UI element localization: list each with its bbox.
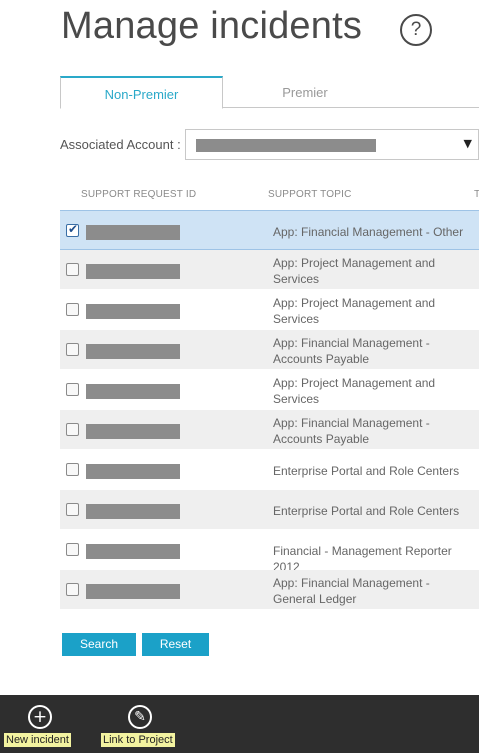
row-topic: App: Financial Management - General Ledg… — [273, 576, 430, 606]
redacted-request-id — [86, 384, 180, 399]
table-row[interactable]: App: Project Management and Services — [60, 250, 479, 290]
row-topic: Enterprise Portal and Role Centers — [273, 464, 460, 478]
row-topic: App: Project Management and Services — [273, 376, 436, 406]
pencil-circle-icon: ✎ — [128, 705, 152, 729]
table-row[interactable]: App: Financial Management - General Ledg… — [60, 570, 479, 610]
row-topic: App: Financial Management - Accounts Pay… — [273, 416, 430, 446]
redacted-request-id — [86, 225, 180, 240]
associated-account-label: Associated Account : — [60, 137, 181, 152]
associated-account-select[interactable]: ▼ — [185, 129, 479, 160]
column-header-support-request-id[interactable]: SUPPORT REQUEST ID — [81, 189, 196, 200]
row-checkbox[interactable] — [66, 383, 79, 396]
search-button[interactable]: Search — [62, 633, 136, 656]
table-row[interactable]: App: Financial Management - Accounts Pay… — [60, 410, 479, 450]
page-title: Manage incidents — [61, 5, 363, 47]
reset-button[interactable]: Reset — [142, 633, 209, 656]
check-icon: ✔ — [68, 222, 79, 236]
row-checkbox[interactable] — [66, 503, 79, 516]
incident-table: ✔ App: Financial Management - Other App:… — [60, 210, 479, 610]
table-row[interactable]: Enterprise Portal and Role Centers — [60, 450, 479, 490]
plus-circle-icon: + — [28, 705, 52, 729]
row-checkbox[interactable] — [66, 463, 79, 476]
table-row[interactable]: ✔ App: Financial Management - Other — [60, 210, 479, 250]
redacted-request-id — [86, 504, 180, 519]
row-topic: App: Financial Management - Accounts Pay… — [273, 336, 430, 366]
row-topic: App: Project Management and Services — [273, 296, 436, 326]
row-checkbox[interactable] — [66, 423, 79, 436]
row-checkbox[interactable] — [66, 543, 79, 556]
row-topic: App: Financial Management - Other — [273, 225, 464, 239]
row-checkbox[interactable] — [66, 303, 79, 316]
row-checkbox[interactable] — [66, 263, 79, 276]
row-checkbox[interactable]: ✔ — [66, 222, 79, 237]
row-topic: Enterprise Portal and Role Centers — [273, 504, 460, 518]
table-row[interactable]: App: Project Management and Services — [60, 290, 479, 330]
redacted-request-id — [86, 264, 180, 279]
dropdown-arrow-icon: ▼ — [463, 137, 472, 150]
redacted-account-value — [196, 139, 376, 152]
redacted-request-id — [86, 424, 180, 439]
table-row[interactable]: Enterprise Portal and Role Centers — [60, 490, 479, 530]
new-incident-label: New incident — [4, 733, 71, 747]
app-bar: + New incident ✎ Link to Project — [0, 695, 479, 753]
redacted-request-id — [86, 344, 180, 359]
redacted-request-id — [86, 464, 180, 479]
redacted-request-id — [86, 584, 180, 599]
row-checkbox[interactable] — [66, 343, 79, 356]
column-header-truncated[interactable]: T — [474, 189, 479, 200]
help-icon[interactable]: ? — [400, 14, 432, 46]
tab-premier[interactable]: Premier — [225, 76, 385, 109]
table-row[interactable]: Financial - Management Reporter 2012 — [60, 530, 479, 574]
table-row[interactable]: App: Project Management and Services — [60, 370, 479, 410]
row-topic: App: Project Management and Services — [273, 256, 436, 286]
redacted-request-id — [86, 304, 180, 319]
column-header-support-topic[interactable]: SUPPORT TOPIC — [268, 189, 352, 200]
table-row[interactable]: App: Financial Management - Accounts Pay… — [60, 330, 479, 370]
tab-bar: Non-Premier Premier — [60, 76, 479, 109]
row-checkbox[interactable] — [66, 583, 79, 596]
tab-non-premier[interactable]: Non-Premier — [60, 76, 223, 109]
redacted-request-id — [86, 544, 180, 559]
link-to-project-label: Link to Project — [101, 733, 175, 747]
